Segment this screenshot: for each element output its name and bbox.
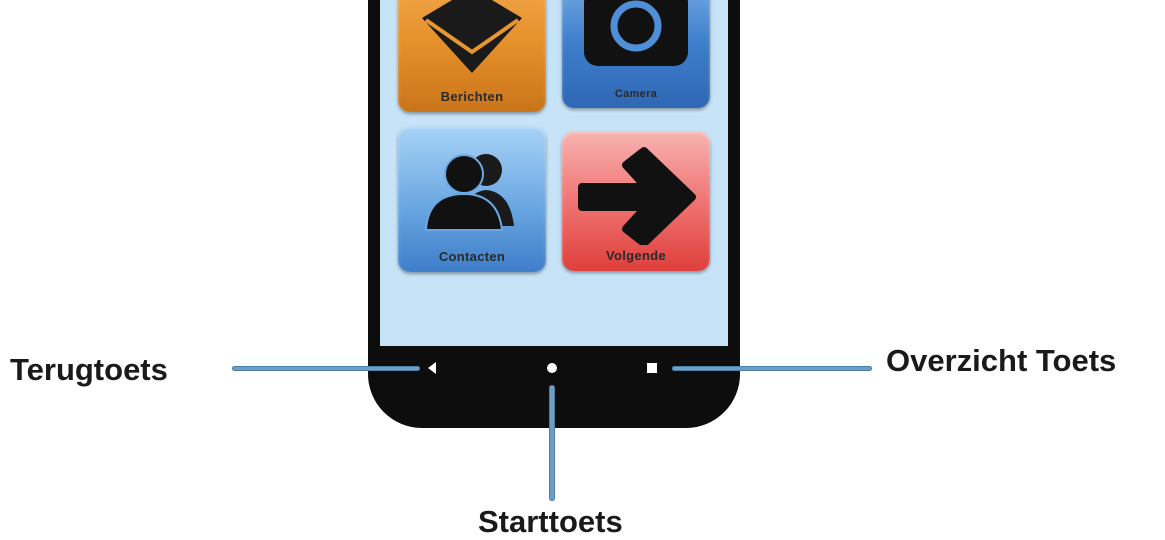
home-callout-label: Starttoets <box>478 504 623 539</box>
contacten-label: Contacten <box>438 249 506 264</box>
envelope-icon <box>422 0 522 73</box>
back-icon[interactable] <box>428 362 436 374</box>
camera-icon <box>584 0 688 66</box>
camera-label: Camera <box>614 88 658 100</box>
home-icon[interactable] <box>547 363 557 373</box>
berichten-tile[interactable]: Berichten <box>398 0 546 112</box>
recent-callout-line <box>672 366 872 371</box>
home-callout-line <box>549 385 555 501</box>
back-callout-line <box>232 366 420 371</box>
volgende-tile[interactable]: Volgende <box>562 131 710 271</box>
berichten-label: Berichten <box>440 89 504 104</box>
recent-apps-icon[interactable] <box>647 363 657 373</box>
contacten-tile[interactable]: Contacten <box>398 126 546 272</box>
recent-callout-label: Overzicht Toets <box>886 343 1117 378</box>
phone-screen: Berichten Camera Contacten Volgende <box>380 0 728 346</box>
back-callout-label: Terugtoets <box>10 352 168 387</box>
arrow-right-icon <box>578 147 696 245</box>
camera-tile[interactable]: Camera <box>562 0 710 108</box>
contacts-icon <box>424 154 514 231</box>
volgende-label: Volgende <box>606 248 666 263</box>
